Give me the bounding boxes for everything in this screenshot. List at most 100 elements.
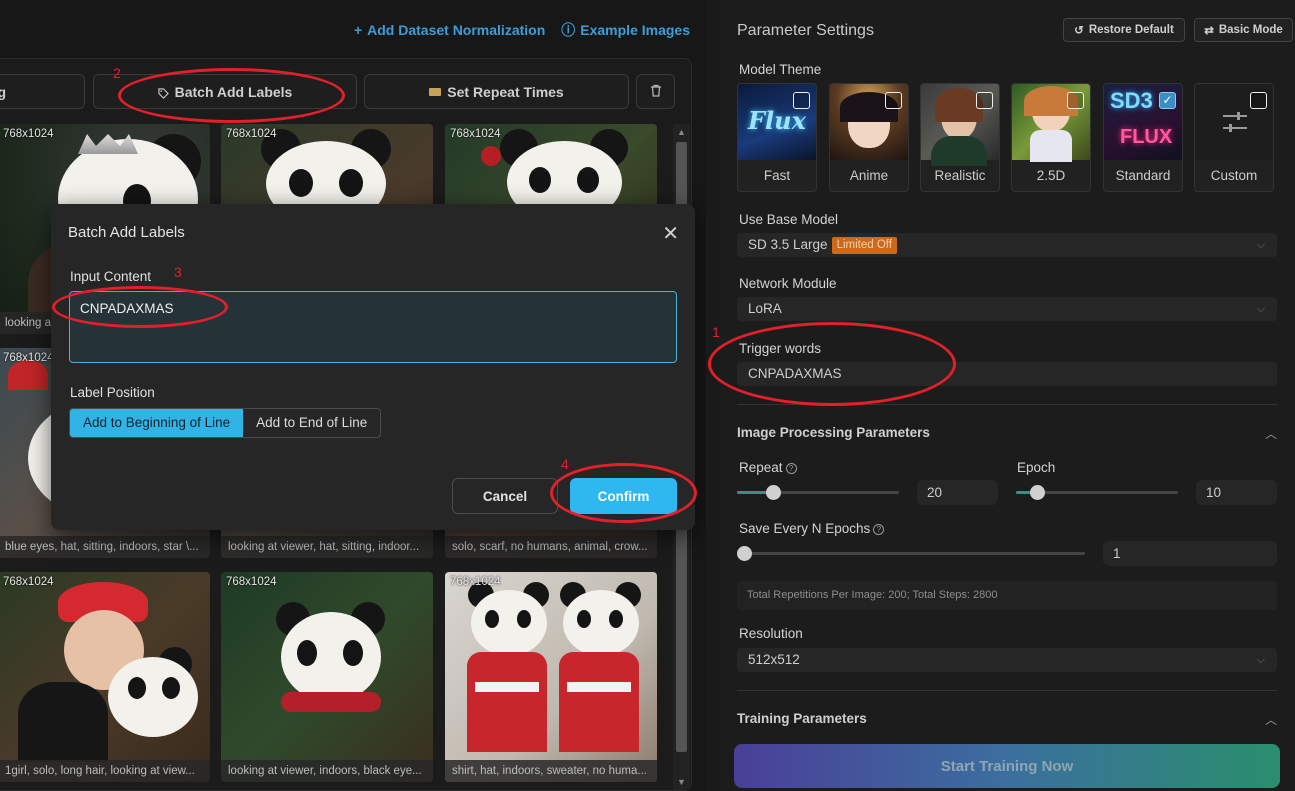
theme-label: Standard — [1115, 168, 1171, 183]
annotation-number: 1 — [712, 324, 720, 340]
help-icon[interactable]: ? — [785, 463, 797, 474]
thumbnail-caption: 1girl, solo, long hair, looking at view.… — [0, 760, 210, 782]
repeat-slider[interactable] — [737, 485, 899, 500]
theme-card-2-5d[interactable]: 2.5D — [1011, 83, 1091, 192]
example-images-link[interactable]: ⓘ Example Images — [561, 20, 690, 40]
resolution-select[interactable]: 512x512 ⌵ — [737, 648, 1277, 672]
thumbnail-caption: looking at viewer, hat, sitting, indoor.… — [221, 536, 433, 558]
theme-card-custom[interactable]: Custom — [1194, 83, 1274, 192]
slider-knob[interactable] — [1030, 485, 1045, 500]
chevron-down-icon: ⌵ — [1256, 239, 1265, 251]
dataset-thumbnail[interactable]: 768x1024 shirt, hat, indoors, sweater, n… — [445, 572, 657, 782]
input-content-textarea[interactable]: CNPADAXMAS — [69, 291, 677, 363]
epoch-input[interactable]: 10 — [1196, 480, 1277, 505]
thumbnail-resolution: 768x1024 — [226, 128, 277, 140]
start-training-button[interactable]: Start Training Now — [734, 744, 1280, 788]
set-repeat-times-button[interactable]: Set Repeat Times — [364, 74, 629, 109]
layers-icon — [429, 87, 442, 96]
network-module-select[interactable]: LoRA ⌵ — [737, 297, 1277, 321]
info-icon: ⓘ — [561, 22, 576, 38]
chevron-down-icon: ⌵ — [1256, 654, 1265, 666]
position-end-option[interactable]: Add to End of Line — [243, 409, 380, 437]
theme-checkbox[interactable] — [793, 92, 810, 109]
panda-figure — [555, 582, 645, 662]
flux-neon-art: FLUX — [1120, 126, 1173, 148]
restore-default-button[interactable]: ↺ Restore Default — [1063, 18, 1185, 42]
trigger-words-label: Trigger words — [739, 341, 822, 356]
theme-checkbox-checked[interactable]: ✓ — [1159, 92, 1176, 109]
network-module-value: LoRA — [748, 301, 782, 316]
restore-default-label: Restore Default — [1088, 24, 1174, 36]
save-every-input[interactable]: 1 — [1103, 541, 1277, 566]
batch-add-labels-button[interactable]: Batch Add Labels — [93, 74, 357, 109]
network-module-label: Network Module — [739, 276, 837, 291]
dataset-thumbnail[interactable]: 768x1024 1girl, solo, long hair, looking… — [0, 572, 210, 782]
thumbnail-resolution: 768x1024 — [3, 576, 54, 588]
totals-info: Total Repetitions Per Image: 200; Total … — [737, 581, 1277, 610]
divider — [737, 404, 1277, 405]
input-content-label: Input Content — [70, 269, 152, 284]
theme-checkbox[interactable] — [976, 92, 993, 109]
confirm-button[interactable]: Confirm — [570, 478, 677, 514]
theme-checkbox[interactable] — [885, 92, 902, 109]
theme-card-realistic[interactable]: Realistic — [920, 83, 1000, 192]
page: + Add Dataset Normalization ⓘ Example Im… — [0, 0, 1295, 791]
delete-button[interactable] — [636, 74, 675, 109]
base-model-select[interactable]: SD 3.5 Large Limited Off ⌵ — [737, 233, 1277, 257]
tag-icon — [157, 86, 169, 99]
theme-label: Custom — [1210, 168, 1258, 183]
repeat-input[interactable]: 20 — [917, 480, 998, 505]
theme-card-anime[interactable]: Anime — [829, 83, 909, 192]
scroll-up-icon[interactable]: ▲ — [673, 124, 690, 140]
chevron-up-icon[interactable]: ︿ — [1265, 711, 1277, 728]
set-repeat-times-label: Set Repeat Times — [447, 83, 564, 100]
dataset-thumbnail[interactable]: 768x1024 looking at viewer, indoors, bla… — [221, 572, 433, 782]
sliders-icon — [1221, 110, 1249, 139]
trash-icon — [650, 84, 662, 100]
slider-knob[interactable] — [766, 485, 781, 500]
repeat-label: Repeat? — [739, 460, 797, 475]
slider-knob[interactable] — [737, 546, 752, 561]
thumbnail-resolution: 768x1024 — [3, 128, 54, 140]
theme-checkbox[interactable] — [1067, 92, 1084, 109]
basic-mode-label: Basic Mode — [1218, 24, 1283, 36]
chevron-up-icon[interactable]: ︿ — [1265, 425, 1277, 442]
top-links: + Add Dataset Normalization ⓘ Example Im… — [354, 20, 690, 40]
thumbnail-caption: blue eyes, hat, sitting, indoors, star \… — [0, 536, 210, 558]
theme-label: Anime — [849, 168, 889, 183]
help-icon[interactable]: ? — [873, 524, 885, 535]
save-every-slider[interactable] — [737, 546, 1085, 561]
position-beginning-option[interactable]: Add to Beginning of Line — [70, 409, 244, 437]
epoch-label: Epoch — [1017, 460, 1056, 475]
sd3-art: SD3 — [1110, 88, 1153, 113]
example-images-label: Example Images — [580, 22, 690, 38]
theme-label: Fast — [763, 168, 791, 183]
cancel-button[interactable]: Cancel — [452, 478, 558, 514]
scroll-down-icon[interactable]: ▼ — [673, 774, 690, 790]
thumbnail-resolution: 768x1024 — [450, 128, 501, 140]
resolution-label: Resolution — [739, 626, 803, 641]
close-icon[interactable]: ✕ — [662, 221, 679, 246]
flux-art: Flux — [748, 106, 806, 135]
limited-off-badge: Limited Off — [831, 236, 897, 254]
model-theme-label: Model Theme — [739, 62, 822, 77]
repeat-label-text: Repeat — [739, 460, 783, 475]
toolbar-button-partial[interactable]: g — [0, 74, 85, 109]
undo-icon: ↺ — [1074, 25, 1084, 37]
theme-label: Realistic — [934, 168, 986, 183]
theme-checkbox[interactable] — [1250, 92, 1267, 109]
trigger-words-input[interactable]: CNPADAXMAS — [737, 362, 1277, 386]
save-every-label-text: Save Every N Epochs — [739, 521, 871, 536]
add-dataset-normalization-link[interactable]: + Add Dataset Normalization — [354, 20, 545, 40]
label-position-toggle: Add to Beginning of Line Add to End of L… — [69, 408, 382, 438]
thumbnail-caption: looking at viewer, indoors, black eye... — [221, 760, 433, 782]
base-model-value: SD 3.5 Large — [748, 237, 828, 252]
annotation-number: 4 — [561, 456, 569, 472]
epoch-slider[interactable] — [1016, 485, 1178, 500]
theme-card-fast[interactable]: Flux Fast — [737, 83, 817, 192]
theme-label: 2.5D — [1036, 168, 1066, 183]
parameter-settings-title: Parameter Settings — [737, 22, 874, 39]
parameter-settings-pane: Parameter Settings ↺ Restore Default ⇄ B… — [719, 0, 1295, 791]
theme-card-standard[interactable]: SD3 FLUX ✓ Standard — [1103, 83, 1183, 192]
basic-mode-button[interactable]: ⇄ Basic Mode — [1194, 18, 1293, 42]
